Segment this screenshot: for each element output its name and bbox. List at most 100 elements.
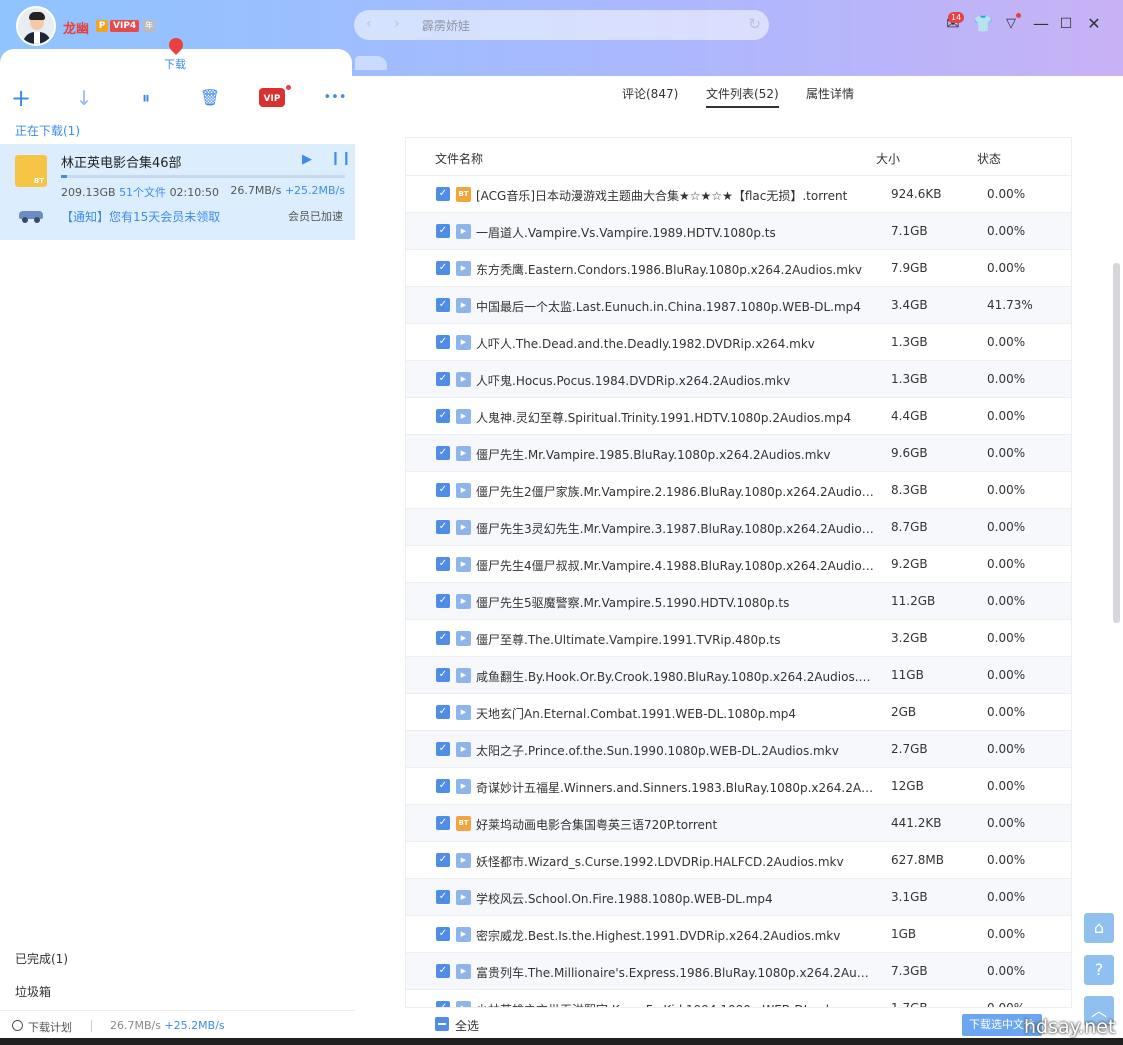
help-icon[interactable]: ?	[1084, 955, 1114, 985]
table-row[interactable]: ✓ ▶ 富贵列车.The.Millionaire's.Express.1986.Bl…	[406, 953, 1071, 990]
minimize-icon[interactable]: —	[1031, 14, 1051, 34]
table-row[interactable]: ✓ BT [ACG音乐]日本动漫游戏主题曲大合集★☆★☆★【flac无损】.torr…	[406, 176, 1071, 213]
select-all-checkbox[interactable]	[435, 1017, 449, 1031]
forward-arrow-icon[interactable]: ›	[394, 16, 400, 32]
row-checkbox[interactable]: ✓	[436, 520, 450, 534]
section-trash[interactable]: 垃圾箱	[15, 983, 51, 1000]
file-size: 3.2GB	[891, 631, 928, 645]
play-icon[interactable]: ▶	[302, 152, 312, 167]
table-row[interactable]: ✓ ▶ 太阳之子.Prince.of.the.Sun.1990.1080p.WEB-…	[406, 731, 1071, 768]
row-checkbox[interactable]: ✓	[436, 483, 450, 497]
file-name: 天地玄门An.Eternal.Combat.1991.WEB-DL.1080p.…	[476, 707, 797, 721]
search-box[interactable]: ‹ › 霹雳娇娃 ↻	[354, 10, 769, 40]
skin-icon[interactable]: 👕	[973, 14, 993, 34]
row-checkbox[interactable]: ✓	[436, 964, 450, 978]
table-row[interactable]: ✓ BT 好莱坞动画电影合集国粤英三语720P.torrent 441.2KB 0.00…	[406, 805, 1071, 842]
delete-button[interactable]: 🗑	[197, 85, 223, 111]
tab-file-list[interactable]: 文件列表(52)	[706, 85, 779, 108]
table-row[interactable]: ✓ ▶ 妖怪都市.Wizard_s.Curse.1992.LDVDRip.HALFC…	[406, 842, 1071, 879]
row-checkbox[interactable]: ✓	[436, 557, 450, 571]
task-name: 林正英电影合集46部	[61, 156, 182, 171]
download-task[interactable]: BT 林正英电影合集46部 ▶ ❙❙ 209.13GB 51个文件 02:10:…	[0, 144, 355, 240]
row-checkbox[interactable]: ✓	[436, 224, 450, 238]
vip-button[interactable]: VIP	[259, 88, 285, 107]
table-row[interactable]: ✓ ▶ 少林英雄之方世玉洪熙官.Kung.Fu.Kid.1994.1080p.WEB…	[406, 990, 1071, 1008]
column-status[interactable]: 状态	[977, 150, 1001, 167]
notification-dot	[1016, 13, 1021, 18]
row-checkbox[interactable]: ✓	[436, 890, 450, 904]
file-status: 0.00%	[987, 1001, 1026, 1008]
table-row[interactable]: ✓ ▶ 人吓鬼.Hocus.Pocus.1984.DVDRip.x264.2Audi…	[406, 361, 1071, 398]
start-download-button[interactable]: ↓	[71, 85, 97, 111]
row-checkbox[interactable]: ✓	[436, 446, 450, 460]
table-row[interactable]: ✓ ▶ 僵尸先生4僵尸叔叔.Mr.Vampire.4.1988.BluRay.108…	[406, 546, 1071, 583]
row-checkbox[interactable]: ✓	[436, 187, 450, 201]
row-checkbox[interactable]: ✓	[436, 298, 450, 312]
more-button[interactable]: •••	[322, 85, 348, 111]
table-row[interactable]: ✓ ▶ 人吓人.The.Dead.and.the.Deadly.1982.DVDRi…	[406, 324, 1071, 361]
row-checkbox[interactable]: ✓	[436, 742, 450, 756]
row-checkbox[interactable]: ✓	[436, 594, 450, 608]
row-checkbox[interactable]: ✓	[436, 853, 450, 867]
close-icon[interactable]: ✕	[1084, 14, 1104, 34]
refresh-icon[interactable]: ↻	[748, 15, 761, 33]
file-name: 密宗威龙.Best.Is.the.Highest.1991.DVDRip.x26…	[476, 929, 841, 943]
maximize-icon[interactable]: ☐	[1056, 14, 1076, 34]
row-checkbox[interactable]: ✓	[436, 335, 450, 349]
select-all-label[interactable]: 全选	[455, 1017, 479, 1034]
file-name: 僵尸先生4僵尸叔叔.Mr.Vampire.4.1988.BluRay.1080p…	[476, 559, 874, 573]
home-icon[interactable]: ⌂	[1084, 913, 1114, 943]
table-row[interactable]: ✓ ▶ 僵尸先生5驱魔警察.Mr.Vampire.5.1990.HDTV.1080p…	[406, 583, 1071, 620]
table-row[interactable]: ✓ ▶ 密宗威龙.Best.Is.the.Highest.1991.DVDRip.x…	[406, 916, 1071, 953]
table-row[interactable]: ✓ ▶ 中国最后一个太监.Last.Eunuch.in.China.1987.108…	[406, 287, 1071, 324]
file-size: 8.3GB	[891, 483, 928, 497]
table-row[interactable]: ✓ ▶ 天地玄门An.Eternal.Combat.1991.WEB-DL.1080…	[406, 694, 1071, 731]
pause-icon[interactable]: ❙❙	[330, 151, 352, 166]
search-input[interactable]: 霹雳娇娃	[422, 17, 470, 34]
scrollbar[interactable]	[1113, 263, 1120, 623]
table-row[interactable]: ✓ ▶ 僵尸至尊.The.Ultimate.Vampire.1991.TVRip.4…	[406, 620, 1071, 657]
row-checkbox[interactable]: ✓	[436, 668, 450, 682]
table-row[interactable]: ✓ ▶ 东方秃鹰.Eastern.Condors.1986.BluRay.1080p…	[406, 250, 1071, 287]
tab-properties[interactable]: 属性详情	[806, 85, 854, 102]
row-checkbox[interactable]: ✓	[436, 372, 450, 386]
file-status: 0.00%	[987, 631, 1026, 645]
file-size: 1.3GB	[891, 335, 928, 349]
video-file-icon: ▶	[456, 631, 471, 646]
bt-folder-label: BT	[33, 177, 44, 185]
row-checkbox[interactable]: ✓	[436, 705, 450, 719]
row-checkbox[interactable]: ✓	[436, 409, 450, 423]
username[interactable]: 龙幽	[63, 18, 89, 37]
table-row[interactable]: ✓ ▶ 一眉道人.Vampire.Vs.Vampire.1989.HDTV.1080…	[406, 213, 1071, 250]
section-completed[interactable]: 已完成(1)	[15, 950, 68, 967]
table-row[interactable]: ✓ ▶ 奇谋妙计五福星.Winners.and.Sinners.1983.BluRa…	[406, 768, 1071, 805]
row-checkbox[interactable]: ✓	[436, 927, 450, 941]
row-checkbox[interactable]: ✓	[436, 261, 450, 275]
file-list-header: 文件名称 大小 状态	[406, 138, 1071, 176]
row-checkbox[interactable]: ✓	[436, 816, 450, 830]
column-name[interactable]: 文件名称	[435, 150, 483, 167]
avatar[interactable]	[16, 6, 56, 46]
table-row[interactable]: ✓ ▶ 咸鱼翻生.By.Hook.Or.By.Crook.1980.BluRay.1…	[406, 657, 1071, 694]
tab-comments[interactable]: 评论(847)	[622, 85, 678, 102]
back-arrow-icon[interactable]: ‹	[366, 16, 372, 32]
pause-button[interactable]: ⏸	[133, 85, 159, 111]
table-row[interactable]: ✓ ▶ 僵尸先生3灵幻先生.Mr.Vampire.3.1987.BluRay.108…	[406, 509, 1071, 546]
section-downloading[interactable]: 正在下载(1)	[15, 122, 80, 139]
task-size: 209.13GB	[61, 186, 116, 199]
row-checkbox[interactable]: ✓	[436, 779, 450, 793]
table-row[interactable]: ✓ ▶ 人鬼神.灵幻至尊.Spiritual.Trinity.1991.HDTV.1…	[406, 398, 1071, 435]
download-plan-button[interactable]: 下载计划	[28, 1019, 72, 1035]
row-checkbox[interactable]: ✓	[436, 1001, 450, 1007]
table-row[interactable]: ✓ ▶ 僵尸先生.Mr.Vampire.1985.BluRay.1080p.x264…	[406, 435, 1071, 472]
file-name: 少林英雄之方世玉洪熙官.Kung.Fu.Kid.1994.1080p.WEB-D…	[476, 1001, 874, 1007]
video-file-icon: ▶	[456, 557, 471, 572]
task-file-count[interactable]: 51个文件	[119, 186, 166, 199]
table-row[interactable]: ✓ ▶ 学校风云.School.On.Fire.1988.1080p.WEB-DL.…	[406, 879, 1071, 916]
table-row[interactable]: ✓ ▶ 僵尸先生2僵尸家族.Mr.Vampire.2.1986.BluRay.108…	[406, 472, 1071, 509]
add-task-button[interactable]: +	[8, 85, 34, 111]
row-checkbox[interactable]: ✓	[436, 631, 450, 645]
column-size[interactable]: 大小	[876, 150, 900, 167]
member-notice-link[interactable]: 【通知】您有15天会员未领取	[61, 208, 220, 225]
tab-secondary[interactable]	[355, 56, 387, 70]
